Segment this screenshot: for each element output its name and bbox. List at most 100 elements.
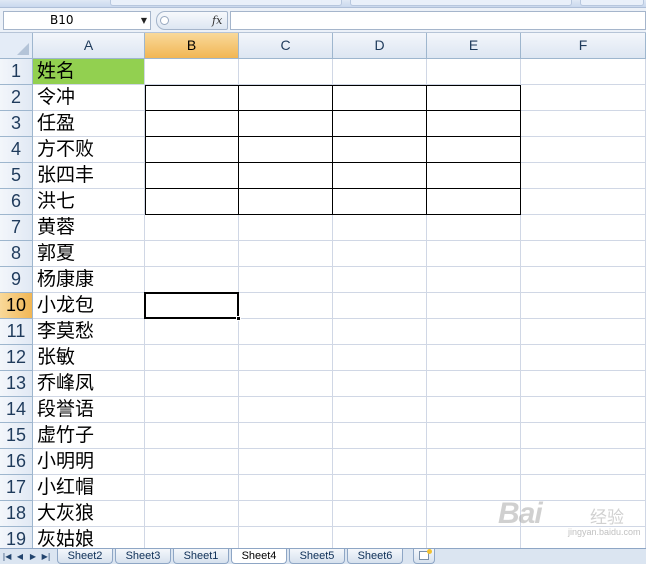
next-sheet-icon[interactable]: ▶ <box>27 550 39 563</box>
cell-a12[interactable]: 张敏 <box>33 345 145 371</box>
row-header-10[interactable]: 10 <box>0 293 33 319</box>
cell-b9[interactable] <box>145 267 239 293</box>
row-header-4[interactable]: 4 <box>0 137 33 163</box>
cell-b6[interactable] <box>145 189 239 215</box>
cell-c13[interactable] <box>239 371 333 397</box>
sheet-tab-sheet6[interactable]: Sheet6 <box>347 549 403 564</box>
row-header-18[interactable]: 18 <box>0 501 33 527</box>
cell-c5[interactable] <box>239 163 333 189</box>
row-header-16[interactable]: 16 <box>0 449 33 475</box>
sheet-tab-sheet1[interactable]: Sheet1 <box>173 549 229 564</box>
cell-d6[interactable] <box>333 189 427 215</box>
cell-d8[interactable] <box>333 241 427 267</box>
cell-e11[interactable] <box>427 319 521 345</box>
formula-input[interactable] <box>230 11 646 30</box>
row-header-17[interactable]: 17 <box>0 475 33 501</box>
cell-c17[interactable] <box>239 475 333 501</box>
cell-a14[interactable]: 段誉语 <box>33 397 145 423</box>
cell-c8[interactable] <box>239 241 333 267</box>
row-header-11[interactable]: 11 <box>0 319 33 345</box>
sheet-tab-sheet5[interactable]: Sheet5 <box>289 549 345 564</box>
cell-f17[interactable] <box>521 475 646 501</box>
sheet-tab-sheet4[interactable]: Sheet4 <box>231 549 287 564</box>
cell-c1[interactable] <box>239 59 333 85</box>
cell-a7[interactable]: 黄蓉 <box>33 215 145 241</box>
cell-e17[interactable] <box>427 475 521 501</box>
active-cell-outline[interactable] <box>144 292 241 321</box>
cell-a6[interactable]: 洪七 <box>33 189 145 215</box>
cell-b1[interactable] <box>145 59 239 85</box>
last-sheet-icon[interactable]: ▶| <box>40 550 52 563</box>
cell-d15[interactable] <box>333 423 427 449</box>
cell-c19[interactable] <box>239 527 333 548</box>
column-header-c[interactable]: C <box>239 33 333 59</box>
cell-e8[interactable] <box>427 241 521 267</box>
column-header-a[interactable]: A <box>33 33 145 59</box>
row-header-14[interactable]: 14 <box>0 397 33 423</box>
cell-b2[interactable] <box>145 85 239 111</box>
cell-e18[interactable] <box>427 501 521 527</box>
cell-e5[interactable] <box>427 163 521 189</box>
cell-c10[interactable] <box>239 293 333 319</box>
cell-d18[interactable] <box>333 501 427 527</box>
cell-f1[interactable] <box>521 59 646 85</box>
cell-a17[interactable]: 小红帽 <box>33 475 145 501</box>
cell-b7[interactable] <box>145 215 239 241</box>
row-header-15[interactable]: 15 <box>0 423 33 449</box>
sheet-tab-sheet2[interactable]: Sheet2 <box>57 549 113 564</box>
cell-f7[interactable] <box>521 215 646 241</box>
cell-f14[interactable] <box>521 397 646 423</box>
cell-b16[interactable] <box>145 449 239 475</box>
cell-c4[interactable] <box>239 137 333 163</box>
cell-f3[interactable] <box>521 111 646 137</box>
cell-c18[interactable] <box>239 501 333 527</box>
column-header-b[interactable]: B <box>145 33 239 59</box>
cell-d4[interactable] <box>333 137 427 163</box>
cell-d16[interactable] <box>333 449 427 475</box>
row-header-5[interactable]: 5 <box>0 163 33 189</box>
name-box[interactable]: B10 ▼ <box>3 11 151 30</box>
row-header-2[interactable]: 2 <box>0 85 33 111</box>
cell-c14[interactable] <box>239 397 333 423</box>
cell-b12[interactable] <box>145 345 239 371</box>
cell-c2[interactable] <box>239 85 333 111</box>
cell-d13[interactable] <box>333 371 427 397</box>
cell-d7[interactable] <box>333 215 427 241</box>
row-header-8[interactable]: 8 <box>0 241 33 267</box>
row-header-12[interactable]: 12 <box>0 345 33 371</box>
cell-d2[interactable] <box>333 85 427 111</box>
cell-d11[interactable] <box>333 319 427 345</box>
cell-b11[interactable] <box>145 319 239 345</box>
expand-handle-icon[interactable] <box>160 16 169 25</box>
cell-b14[interactable] <box>145 397 239 423</box>
cell-c16[interactable] <box>239 449 333 475</box>
cell-b17[interactable] <box>145 475 239 501</box>
cell-b13[interactable] <box>145 371 239 397</box>
cell-a11[interactable]: 李莫愁 <box>33 319 145 345</box>
cell-d5[interactable] <box>333 163 427 189</box>
cell-c3[interactable] <box>239 111 333 137</box>
sheet-tab-sheet3[interactable]: Sheet3 <box>115 549 171 564</box>
cell-f2[interactable] <box>521 85 646 111</box>
cell-d3[interactable] <box>333 111 427 137</box>
cell-b19[interactable] <box>145 527 239 548</box>
cell-e12[interactable] <box>427 345 521 371</box>
fill-handle[interactable] <box>236 316 241 321</box>
cell-d10[interactable] <box>333 293 427 319</box>
cell-e9[interactable] <box>427 267 521 293</box>
cell-a19[interactable]: 灰姑娘 <box>33 527 145 548</box>
cell-e3[interactable] <box>427 111 521 137</box>
cell-e2[interactable] <box>427 85 521 111</box>
cell-e10[interactable] <box>427 293 521 319</box>
cell-a9[interactable]: 杨康康 <box>33 267 145 293</box>
cell-f8[interactable] <box>521 241 646 267</box>
cell-a15[interactable]: 虚竹子 <box>33 423 145 449</box>
cell-f5[interactable] <box>521 163 646 189</box>
cell-d9[interactable] <box>333 267 427 293</box>
row-header-19[interactable]: 19 <box>0 527 33 548</box>
cell-e16[interactable] <box>427 449 521 475</box>
cell-f16[interactable] <box>521 449 646 475</box>
insert-function-icon[interactable]: fx <box>212 12 222 29</box>
row-header-9[interactable]: 9 <box>0 267 33 293</box>
cell-a18[interactable]: 大灰狼 <box>33 501 145 527</box>
